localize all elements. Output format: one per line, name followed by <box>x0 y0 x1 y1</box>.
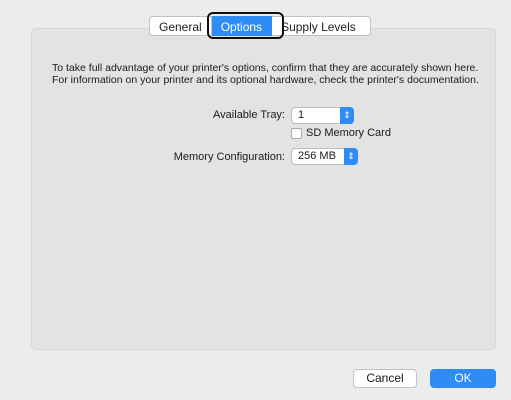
up-down-chevron-icon: ⇕ <box>344 148 358 165</box>
tab-supply-levels[interactable]: Supply Levels <box>272 16 371 36</box>
tab-options[interactable]: Options <box>211 16 273 36</box>
tab-bar: General Options Supply Levels <box>149 16 371 36</box>
cancel-button[interactable]: Cancel <box>353 369 417 388</box>
sd-memory-card-checkbox[interactable] <box>291 128 302 139</box>
available-tray-popup[interactable]: 1 ⇕ <box>291 107 354 124</box>
available-tray-value: 1 <box>298 109 305 121</box>
sd-memory-card-label[interactable]: SD Memory Card <box>306 127 391 139</box>
memory-configuration-popup[interactable]: 256 MB ⇕ <box>291 148 358 165</box>
printer-options-window: General Options Supply Levels To take fu… <box>0 0 511 400</box>
available-tray-label: Available Tray: <box>213 109 285 121</box>
memory-configuration-value: 256 MB <box>298 150 336 162</box>
intro-text: To take full advantage of your printer's… <box>52 62 479 86</box>
up-down-chevron-icon: ⇕ <box>340 107 354 124</box>
tab-general[interactable]: General <box>149 16 212 36</box>
memory-configuration-label: Memory Configuration: <box>173 151 285 163</box>
ok-button[interactable]: OK <box>430 369 496 388</box>
